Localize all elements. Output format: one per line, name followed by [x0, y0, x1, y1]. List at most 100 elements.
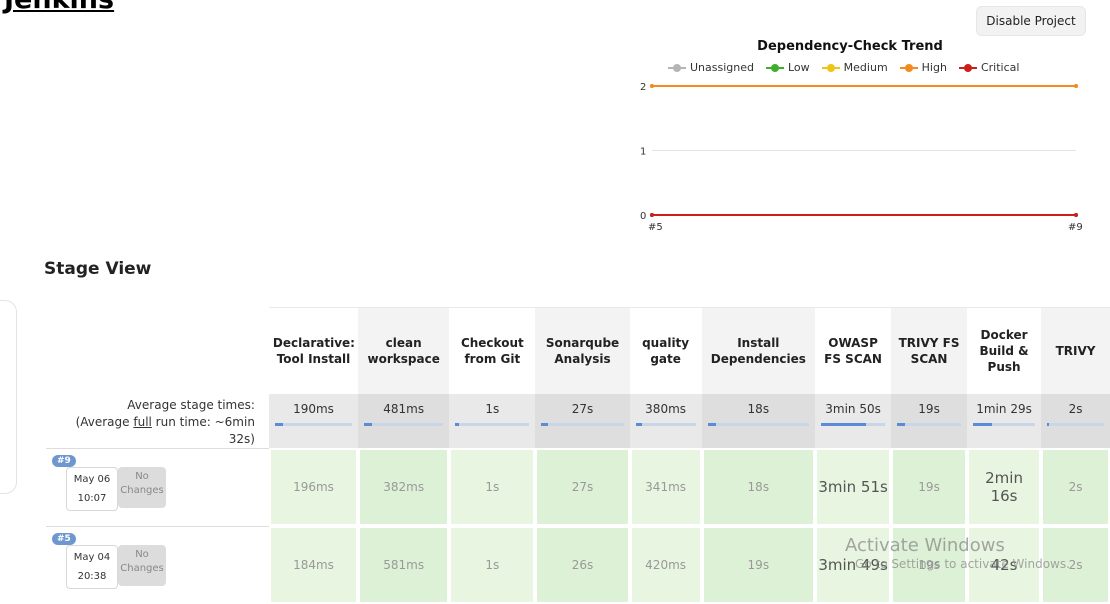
average-time-cell: 190ms — [268, 394, 359, 449]
build-number-badge[interactable]: #9 — [52, 455, 76, 468]
average-time-value: 190ms — [293, 402, 334, 416]
chart-title: Dependency-Check Trend — [757, 39, 943, 54]
page-title: Jenkins — [4, 0, 114, 15]
stage-duration-cell[interactable]: 19s — [891, 448, 968, 527]
build-row: #5 May 04 20:38 No Changes 184ms 581ms 1s 26s 42… — [46, 526, 1110, 604]
average-time-cell: 380ms — [629, 394, 702, 449]
stage-duration-cell[interactable]: 581ms — [358, 526, 450, 604]
stage-duration-cell[interactable]: 382ms — [358, 448, 450, 527]
average-time-cell: 27s — [535, 394, 630, 449]
stage-duration-cell[interactable]: 420ms — [629, 526, 702, 604]
build-date-box: May 06 10:07 — [66, 467, 118, 512]
stage-duration-cell[interactable]: 2s — [1041, 526, 1110, 604]
stage-duration-cell[interactable]: 18s — [701, 448, 816, 527]
stage-header: OWASP FS SCAN — [815, 307, 892, 394]
average-time-bar-fill — [364, 423, 372, 426]
average-time-bar-fill — [635, 423, 642, 426]
stage-duration-cell[interactable]: 26s — [535, 526, 630, 604]
average-time-bar-fill — [897, 423, 905, 426]
full-run-time-link[interactable]: full — [133, 415, 152, 429]
build-meta-cell: #9 May 06 10:07 No Changes — [46, 448, 269, 527]
average-label-prefix: (Average — [75, 414, 134, 429]
average-time-bar-fill — [821, 423, 866, 426]
legend-label: Medium — [843, 61, 888, 74]
average-time-cell: 19s — [891, 394, 968, 449]
series-point-high — [1074, 84, 1078, 88]
stage-duration-cell[interactable]: 184ms — [268, 526, 359, 604]
build-meta-cell: #5 May 04 20:38 No Changes — [46, 526, 269, 604]
stage-duration-cell[interactable]: 19s — [891, 526, 968, 604]
legend-item-high[interactable]: High — [899, 61, 947, 74]
average-time-value: 380ms — [645, 402, 687, 416]
legend-label: Low — [788, 61, 810, 74]
legend-item-unassigned[interactable]: Unassigned — [668, 61, 754, 74]
stage-duration-cell[interactable]: 3min 49s — [815, 526, 892, 604]
average-time-cell: 1s — [449, 394, 536, 449]
legend-item-critical[interactable]: Critical — [958, 61, 1020, 74]
legend-marker-icon — [899, 63, 918, 73]
x-tick-label: #9 — [1068, 222, 1083, 233]
average-time-value: 481ms — [383, 402, 425, 416]
stage-duration-cell[interactable]: 1s — [449, 448, 536, 527]
average-time-cell: 1min 29s — [967, 394, 1042, 449]
legend-label: Unassigned — [690, 61, 754, 74]
average-times-row: Average stage times: (Average full run ti… — [46, 394, 1110, 449]
build-time: 20:38 — [77, 571, 107, 583]
average-time-cell: 18s — [701, 394, 816, 449]
side-panel-frame — [0, 300, 17, 494]
stage-duration-cell[interactable]: 27s — [535, 448, 630, 527]
stage-duration-cell[interactable]: 341ms — [629, 448, 702, 527]
average-time-cell: 481ms — [358, 394, 450, 449]
build-date: May 06 — [73, 474, 111, 486]
legend-label: Critical — [980, 61, 1020, 74]
build-changes-button[interactable]: No Changes — [118, 467, 166, 509]
average-time-bar — [821, 423, 886, 426]
stage-view-table: Declarative: Tool Install clean workspace… — [46, 307, 1110, 604]
stage-duration-cell[interactable]: 2min 16s — [967, 448, 1042, 527]
average-times-label: Average stage times: (Average full run ti… — [46, 394, 269, 449]
stage-duration-cell[interactable]: 42s — [967, 526, 1042, 604]
disable-project-button[interactable]: Disable Project — [976, 6, 1086, 36]
average-time-bar-fill — [1047, 423, 1050, 426]
average-time-bar — [274, 423, 353, 426]
build-date: May 04 — [73, 552, 111, 564]
build-time: 10:07 — [77, 493, 107, 505]
chart-legend: Unassigned Low Medium High Critical — [668, 61, 1019, 74]
average-time-bar — [897, 423, 962, 426]
average-time-bar-fill — [973, 423, 992, 426]
stage-duration-cell[interactable]: 2s — [1041, 448, 1110, 527]
stage-header: clean workspace — [358, 307, 450, 394]
average-time-bar — [707, 423, 810, 426]
legend-marker-icon — [821, 63, 840, 73]
stage-header: Checkout from Git — [449, 307, 536, 394]
legend-marker-icon — [668, 63, 686, 73]
dependency-check-trend-chart: Dependency-Check Trend Unassigned Low Medi… — [630, 34, 1090, 234]
average-time-bar — [973, 423, 1036, 426]
stage-view-title: Stage View — [44, 259, 152, 279]
build-row: #9 May 06 10:07 No Changes 196ms 382ms 1s 27s 34… — [46, 448, 1110, 527]
average-time-value: 2s — [1068, 402, 1083, 416]
stage-duration-cell[interactable]: 19s — [701, 526, 816, 604]
build-changes-button[interactable]: No Changes — [118, 545, 166, 587]
average-label-suffix: run time: ~6min 32s) — [151, 414, 255, 446]
average-time-cell: 3min 50s — [815, 394, 892, 449]
build-date-box: May 04 20:38 — [66, 545, 118, 590]
legend-item-low[interactable]: Low — [766, 61, 810, 74]
corner-cell — [46, 307, 269, 394]
build-number-badge[interactable]: #5 — [52, 533, 76, 546]
average-time-value: 27s — [571, 402, 594, 416]
legend-item-medium[interactable]: Medium — [821, 61, 888, 74]
average-time-bar-fill — [707, 423, 716, 426]
average-time-value: 1s — [485, 402, 500, 416]
stage-duration-cell[interactable]: 196ms — [268, 448, 359, 527]
average-time-bar — [364, 423, 444, 426]
series-point-high — [650, 84, 654, 88]
stage-duration-cell[interactable]: 3min 51s — [815, 448, 892, 527]
legend-marker-icon — [766, 63, 784, 73]
legend-label: High — [921, 61, 947, 74]
stage-duration-cell[interactable]: 1s — [449, 526, 536, 604]
stage-header: Install Dependencies — [701, 307, 816, 394]
average-time-bar — [1047, 423, 1104, 426]
y-tick-label: 0 — [640, 211, 646, 222]
legend-marker-icon — [958, 63, 977, 73]
